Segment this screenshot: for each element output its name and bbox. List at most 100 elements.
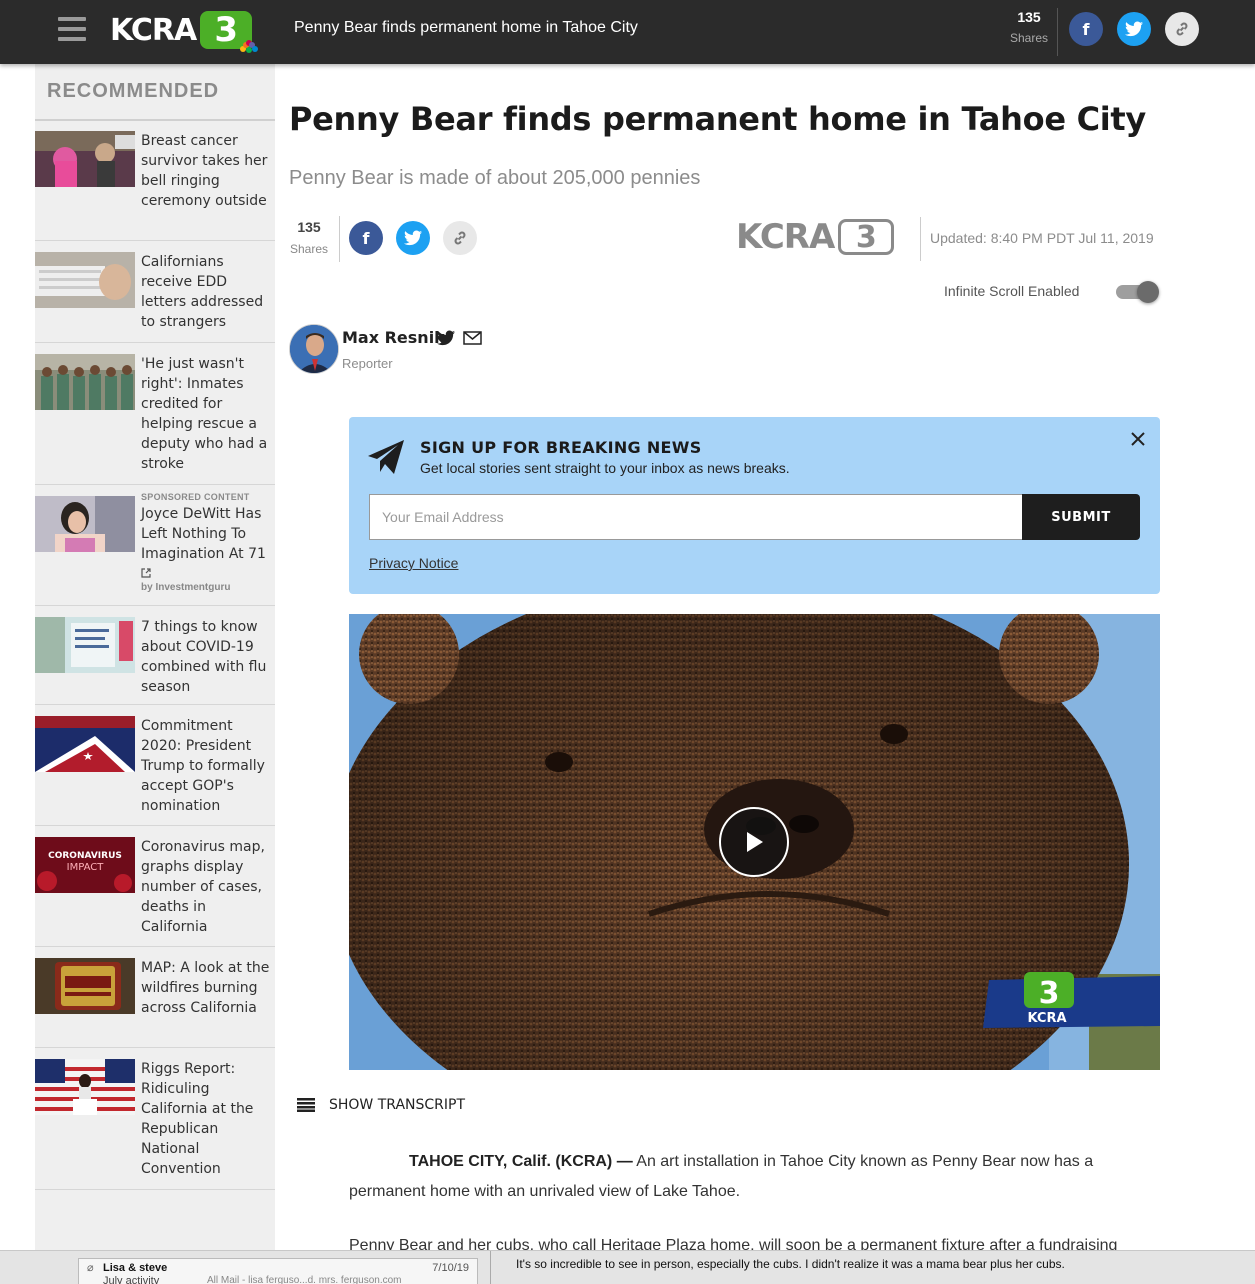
thumbnail [35, 354, 135, 410]
recommended-heading: RECOMMENDED [47, 80, 220, 102]
mail-date: 7/10/19 [432, 1262, 469, 1274]
kcra-video-bug: 3 KCRA [983, 972, 1160, 1028]
station-logo: KCRA 3 [736, 217, 895, 257]
thumbnail [35, 1059, 135, 1115]
video-bug-text: KCRA [1027, 1011, 1066, 1026]
recommended-title: 'He just wasn't right': Inmates credited… [141, 356, 268, 472]
station-logo-text: KCRA [736, 217, 835, 257]
external-link-icon [141, 568, 151, 578]
thumbnail [35, 617, 135, 673]
twitter-icon [1125, 21, 1143, 37]
recommended-item[interactable]: Californians receive EDD letters address… [35, 242, 275, 343]
infinite-scroll-toggle[interactable] [1116, 281, 1160, 303]
show-transcript-button[interactable]: SHOW TRANSCRIPT [297, 1097, 465, 1113]
recommended-sidebar: RECOMMENDED Breast cancer survivor takes… [35, 64, 275, 1284]
mail-body-text: It's so incredible to see in person, esp… [516, 1257, 1065, 1271]
menu-icon[interactable] [58, 17, 86, 41]
station-logo-number: 3 [838, 219, 895, 255]
thumbnail [35, 496, 135, 552]
play-button[interactable] [719, 807, 789, 877]
paper-plane-icon [368, 440, 404, 474]
copy-link-button[interactable] [443, 221, 477, 255]
newsletter-signup: SIGN UP FOR BREAKING NEWS Get local stor… [349, 417, 1160, 594]
newsletter-description: Get local stories sent straight to your … [420, 460, 790, 476]
share-count-number: 135 [1017, 9, 1041, 25]
recommended-item[interactable]: 'He just wasn't right': Inmates credited… [35, 344, 275, 485]
article-share-count: 135 Shares [289, 219, 329, 256]
top-share-count: 135 Shares [1008, 9, 1050, 45]
thumb-label: CORONAVIRUS [48, 851, 122, 861]
twitter-share-button[interactable] [396, 221, 430, 255]
divider [339, 216, 340, 262]
divider [490, 1251, 491, 1284]
logo-number: 3 [214, 10, 239, 50]
sponsored-item[interactable]: SPONSORED CONTENT Joyce DeWitt Has Left … [35, 486, 275, 606]
infinite-scroll-label: Infinite Scroll Enabled [944, 283, 1080, 299]
privacy-notice-link[interactable]: Privacy Notice [369, 555, 458, 571]
recommended-title: 7 things to know about COVID-19 combined… [141, 619, 267, 695]
recommended-title: Riggs Report: Ridiculing California at t… [141, 1061, 254, 1177]
recommended-title: Coronavirus map, graphs display number o… [141, 839, 265, 935]
paperclip-icon: ⌀ [87, 1262, 94, 1274]
mail-folder-path: All Mail - lisa ferguso...d. mrs. fergus… [207, 1275, 402, 1284]
recommended-title: Commitment 2020: President Trump to form… [141, 718, 265, 814]
divider [920, 217, 921, 261]
nbc-peacock-icon [240, 40, 259, 53]
facebook-share-button[interactable]: f [1069, 12, 1103, 46]
video-player[interactable]: 3 KCRA [349, 614, 1160, 1070]
logo-badge: 3 [200, 10, 259, 53]
submit-button[interactable]: SUBMIT [1022, 494, 1140, 540]
recommended-item[interactable]: Riggs Report: Ridiculing California at t… [35, 1049, 275, 1190]
copy-link-button[interactable] [1165, 12, 1199, 46]
article-subhead: Penny Bear is made of about 205,000 penn… [289, 167, 701, 189]
mail-sender: Lisa & steve [103, 1262, 168, 1274]
recommended-item[interactable]: Breast cancer survivor takes her bell ri… [35, 121, 275, 241]
sponsor-byline: by Investmentguru [141, 582, 231, 593]
thumbnail [35, 252, 135, 308]
thumbnail [35, 716, 135, 772]
show-transcript-label: SHOW TRANSCRIPT [329, 1097, 466, 1113]
recommended-item[interactable]: CORONAVIRUS IMPACT Coronavirus map, grap… [35, 827, 275, 947]
share-count-number: 135 [297, 219, 321, 235]
top-nav-bar: KCRA 3 Penny Bear finds permanent home i… [0, 0, 1255, 64]
video-bug-number: 3 [1039, 976, 1060, 1011]
share-count-label: Shares [289, 242, 329, 256]
recommended-item[interactable]: 7 things to know about COVID-19 combined… [35, 607, 275, 705]
topbar-article-title: Penny Bear finds permanent home in Tahoe… [294, 19, 638, 36]
mail-list-item[interactable]: ⌀ Lisa & steve 7/10/19 July activity All… [78, 1258, 478, 1284]
recommended-title: Joyce DeWitt Has Left Nothing To Imagina… [141, 506, 266, 562]
twitter-icon [404, 230, 422, 246]
newsletter-title: SIGN UP FOR BREAKING NEWS [420, 438, 702, 457]
facebook-icon: f [1082, 19, 1090, 39]
article-paragraph: TAHOE CITY, Calif. (KCRA) — An art insta… [349, 1147, 1160, 1207]
author-role: Reporter [342, 356, 393, 371]
close-icon[interactable] [1130, 431, 1146, 447]
play-icon [747, 832, 763, 852]
recommended-item[interactable]: Commitment 2020: President Trump to form… [35, 706, 275, 826]
author-avatar[interactable] [289, 324, 339, 374]
thumbnail: CORONAVIRUS IMPACT [35, 837, 135, 893]
divider [1057, 8, 1058, 56]
author-twitter-icon[interactable] [437, 330, 455, 346]
facebook-share-button[interactable]: f [349, 221, 383, 255]
author-name[interactable]: Max Resnik [342, 328, 445, 347]
recommended-title: Californians receive EDD letters address… [141, 254, 264, 330]
dateline: TAHOE CITY, Calif. (KCRA) — [409, 1153, 633, 1170]
thumbnail [35, 958, 135, 1014]
share-count-label: Shares [1009, 31, 1049, 45]
link-icon [1176, 22, 1188, 36]
mail-subject: July activity [103, 1275, 160, 1284]
email-field[interactable] [369, 494, 1022, 540]
recommended-item[interactable]: MAP: A look at the wildfires burning acr… [35, 948, 275, 1048]
list-icon [297, 1098, 315, 1112]
updated-timestamp: Updated: 8:40 PM PDT Jul 11, 2019 [930, 230, 1154, 246]
kcra-logo[interactable]: KCRA 3 [110, 10, 259, 53]
article-headline: Penny Bear finds permanent home in Tahoe… [289, 100, 1146, 138]
facebook-icon: f [362, 228, 370, 248]
toggle-knob [1137, 281, 1159, 303]
twitter-share-button[interactable] [1117, 12, 1151, 46]
recommended-title: MAP: A look at the wildfires burning acr… [141, 960, 270, 1016]
logo-text: KCRA [110, 12, 197, 48]
thumbnail [35, 131, 135, 187]
author-email-icon[interactable] [463, 331, 482, 345]
